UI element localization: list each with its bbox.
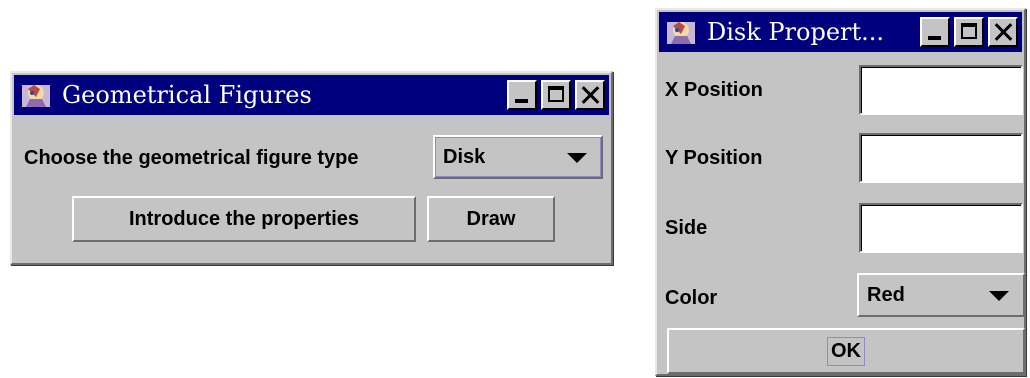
y-position-label: Y Position (665, 147, 763, 169)
minimize-button[interactable] (507, 80, 537, 110)
figure-type-select[interactable]: Disk (433, 135, 603, 179)
maximize-button[interactable] (541, 80, 571, 110)
draw-button[interactable]: Draw (427, 196, 555, 242)
maximize-button[interactable] (954, 17, 984, 47)
geometrical-figures-window: Geometrical Figures Choose the geometric… (10, 71, 613, 265)
color-label: Color (665, 287, 718, 309)
color-value: Red (867, 283, 905, 306)
disk-properties-window: Disk Propert... X Position Y Position Si… (655, 8, 1026, 376)
minimize-icon (515, 99, 528, 103)
figure-type-value: Disk (443, 145, 486, 168)
close-button[interactable] (988, 17, 1018, 47)
title-bar[interactable]: Disk Propert... (659, 12, 1022, 52)
window-title: Disk Propert... (707, 18, 885, 46)
close-button[interactable] (575, 80, 605, 110)
side-field[interactable] (859, 203, 1023, 253)
color-select[interactable]: Red (857, 273, 1025, 317)
chevron-down-icon (567, 153, 587, 163)
window-controls (920, 17, 1018, 47)
minimize-button[interactable] (920, 17, 950, 47)
app-icon (667, 22, 695, 44)
maximize-icon (548, 86, 564, 102)
chevron-down-icon (989, 291, 1009, 301)
title-bar[interactable]: Geometrical Figures (14, 75, 609, 115)
window-controls (507, 80, 605, 110)
x-position-label: X Position (665, 79, 763, 101)
x-position-field[interactable] (859, 65, 1023, 115)
ok-button-label: OK (827, 336, 865, 366)
introduce-properties-button[interactable]: Introduce the properties (72, 196, 416, 242)
y-position-field[interactable] (859, 133, 1023, 183)
maximize-icon (961, 23, 977, 39)
figure-type-label: Choose the geometrical figure type (24, 147, 359, 169)
app-icon (22, 85, 50, 107)
ok-button[interactable]: OK (667, 328, 1025, 374)
side-label: Side (665, 217, 708, 239)
minimize-icon (928, 36, 941, 40)
window-title: Geometrical Figures (62, 81, 312, 109)
